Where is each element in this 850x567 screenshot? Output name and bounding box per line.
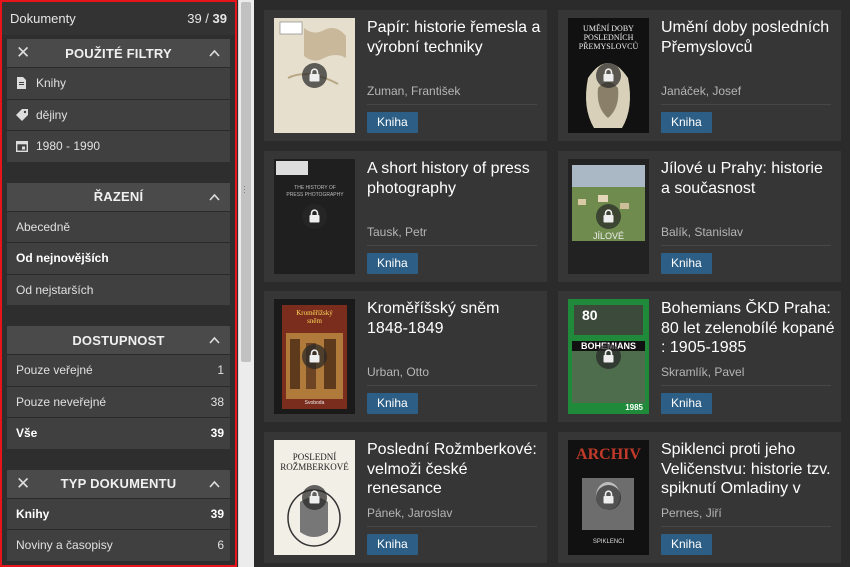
document-author: Zuman, František: [367, 84, 461, 98]
filter-item-dejiny[interactable]: dějiny: [7, 98, 230, 130]
facet-count: 38: [210, 394, 224, 409]
availability-public[interactable]: Pouze veřejné 1: [7, 354, 230, 386]
document-card[interactable]: Papír: historie řemesla a výrobní techni…: [264, 10, 547, 141]
doctype-periodicals[interactable]: Noviny a časopisy 6: [7, 529, 230, 561]
document-author: Pánek, Jaroslav: [367, 506, 453, 520]
chevron-up-icon[interactable]: [209, 48, 220, 59]
doctype-panel: ✕ TYP DOKUMENTU Knihy 39 Noviny a časopis…: [7, 469, 230, 561]
facet-count: 1: [217, 363, 224, 378]
document-card[interactable]: JÍLOVÉ Jílové u Prahy: historie a součas…: [558, 151, 841, 282]
facet-count: 39: [210, 426, 224, 441]
availability-all[interactable]: Vše 39: [7, 417, 230, 449]
document-type-badge: Kniha: [367, 534, 418, 555]
book-cover[interactable]: [274, 18, 355, 133]
document-type-badge: Kniha: [367, 112, 418, 133]
doctype-books[interactable]: Knihy 39: [7, 497, 230, 529]
document-type-badge: Kniha: [661, 253, 712, 274]
sort-oldest[interactable]: Od nejstarších: [7, 273, 230, 305]
document-title[interactable]: Poslední Rožmberkové: velmoži české rene…: [367, 440, 541, 499]
applied-filters-header[interactable]: ✕ POUŽITÉ FILTRY: [7, 39, 230, 67]
sort-alphabetical[interactable]: Abecedně: [7, 210, 230, 242]
filter-sidebar: Dokumenty 39 / 39 ✕ POUŽITÉ FILTRY Knihy…: [0, 0, 237, 567]
document-type-badge: Kniha: [367, 393, 418, 414]
book-cover[interactable]: Kroměřížský sněm Svoboda: [274, 299, 355, 414]
chevron-up-icon[interactable]: [209, 192, 220, 203]
scroll-grip-icon: · · ·: [243, 181, 246, 197]
clear-filters-icon[interactable]: ✕: [16, 43, 30, 63]
document-author: Skramlík, Pavel: [661, 365, 745, 379]
facet-count: 39: [210, 506, 224, 521]
lock-icon: [596, 63, 621, 88]
book-cover[interactable]: UMĚNÍ DOBY POSLEDNÍCH PŘEMYSLOVCŮ: [568, 18, 649, 133]
applied-filters-panel: ✕ POUŽITÉ FILTRY Knihy dějiny 1980 - 199…: [7, 39, 230, 162]
doctype-header[interactable]: ✕ TYP DOKUMENTU: [7, 469, 230, 498]
document-card[interactable]: POSLEDNÍ ROŽMBERKOVÉ Poslední Rožmberkov…: [264, 432, 547, 563]
results-count: 39 / 39: [187, 11, 227, 26]
document-card[interactable]: UMĚNÍ DOBY POSLEDNÍCH PŘEMYSLOVCŮ Umění …: [558, 10, 841, 141]
document-author: Urban, Otto: [367, 365, 430, 379]
lock-icon: [596, 344, 621, 369]
document-type-badge: Kniha: [367, 253, 418, 274]
lock-icon: [596, 204, 621, 229]
document-author: Pernes, Jiří: [661, 506, 722, 520]
book-cover[interactable]: JÍLOVÉ: [568, 159, 649, 274]
lock-icon: [302, 344, 327, 369]
sorting-panel: ŘAZENÍ Abecedně Od nejnovějších Od nejst…: [7, 182, 230, 305]
document-author: Tausk, Petr: [367, 225, 428, 239]
lock-icon: [302, 204, 327, 229]
availability-private[interactable]: Pouze neveřejné 38: [7, 385, 230, 417]
calendar-icon: [16, 140, 36, 153]
book-cover[interactable]: ARCHIV SPIKLENCI: [568, 440, 649, 555]
results-title: Dokumenty: [10, 11, 76, 26]
book-cover[interactable]: POSLEDNÍ ROŽMBERKOVÉ: [274, 440, 355, 555]
facet-count: 6: [217, 538, 224, 553]
document-card[interactable]: Kroměřížský sněm Svoboda Kroměříšský sně…: [264, 291, 547, 422]
lock-icon: [302, 485, 327, 510]
lock-icon: [302, 63, 327, 88]
availability-panel: DOSTUPNOST Pouze veřejné 1 Pouze neveřejn…: [7, 326, 230, 449]
document-author: Janáček, Josef: [661, 84, 742, 98]
document-title[interactable]: Jílové u Prahy: historie a současnost: [661, 159, 835, 198]
document-type-badge: Kniha: [661, 534, 712, 555]
availability-header[interactable]: DOSTUPNOST: [7, 326, 230, 354]
lock-icon: [596, 485, 621, 510]
document-title[interactable]: Kroměříšský sněm 1848-1849: [367, 299, 541, 338]
chevron-up-icon[interactable]: [209, 335, 220, 346]
filter-item-knihy[interactable]: Knihy: [7, 67, 230, 99]
document-card[interactable]: 80 BOHEMIANS 1985 Bohemians ČKD Praha: 8…: [558, 291, 841, 422]
document-card[interactable]: ARCHIV SPIKLENCI Spiklenci proti jeho Ve…: [558, 432, 841, 563]
book-icon: [16, 77, 36, 90]
book-cover[interactable]: THE HISTORY OF PRESS PHOTOGRAPHY: [274, 159, 355, 274]
document-title[interactable]: Bohemians ČKD Praha: 80 let zelenobílé k…: [661, 299, 835, 358]
document-type-badge: Kniha: [661, 112, 712, 133]
sort-newest[interactable]: Od nejnovějších: [7, 242, 230, 274]
sorting-header[interactable]: ŘAZENÍ: [7, 182, 230, 211]
tag-icon: [16, 108, 36, 121]
document-title[interactable]: A short history of press photography: [367, 159, 541, 198]
document-card[interactable]: THE HISTORY OF PRESS PHOTOGRAPHY A short…: [264, 151, 547, 282]
document-author: Balík, Stanislav: [661, 225, 744, 239]
document-title[interactable]: Umění doby posledních Přemyslovců: [661, 18, 835, 57]
chevron-up-icon[interactable]: [209, 479, 220, 490]
document-title[interactable]: Papír: historie řemesla a výrobní techni…: [367, 18, 541, 57]
document-title[interactable]: Spiklenci proti jeho Veličenstvu: histor…: [661, 440, 835, 499]
document-type-badge: Kniha: [661, 393, 712, 414]
results-header: Dokumenty 39 / 39: [2, 2, 235, 35]
book-cover[interactable]: 80 BOHEMIANS 1985: [568, 299, 649, 414]
filter-item-years[interactable]: 1980 - 1990: [7, 130, 230, 162]
clear-doctype-icon[interactable]: ✕: [16, 474, 30, 494]
